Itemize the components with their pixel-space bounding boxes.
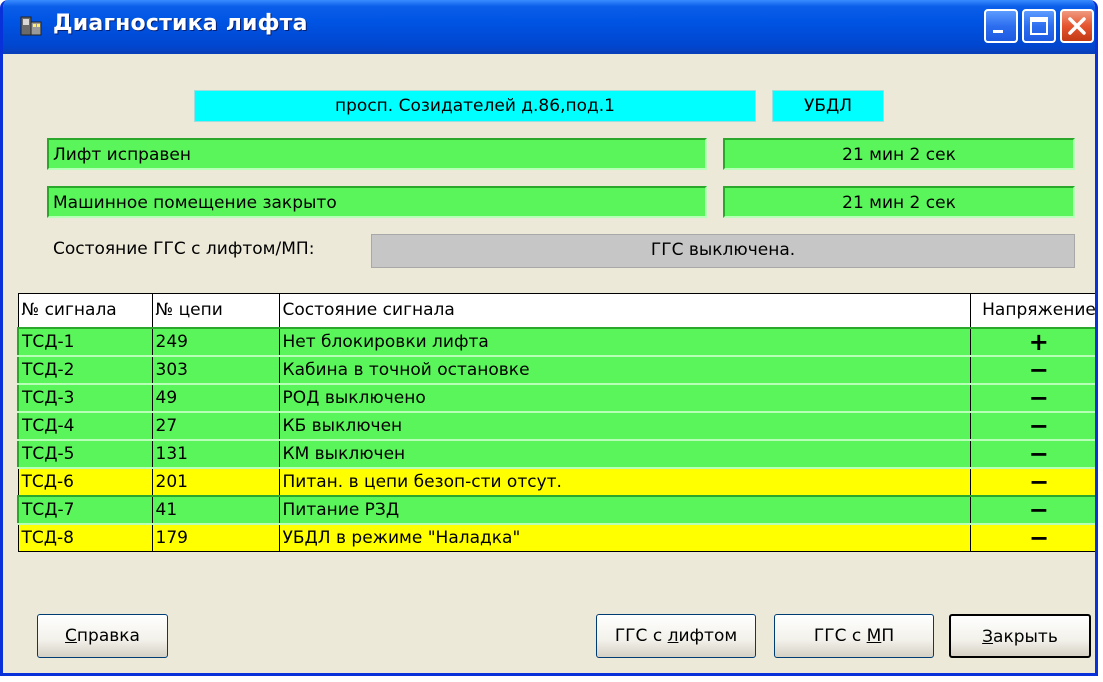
maximize-button[interactable] — [1022, 9, 1056, 43]
state-cell: КМ выключен — [278, 439, 971, 468]
signal-cell: ТСД-2 — [17, 355, 153, 384]
signal-cell: ТСД-4 — [17, 411, 153, 440]
voltage-cell: − — [969, 467, 1095, 496]
ggs-lift-button[interactable]: ГГС с лифтом — [596, 614, 756, 658]
signals-table: № сигнала № цепи Состояние сигнала Напря… — [17, 293, 1095, 552]
address-field: просп. Созидателей д.86,под.1 — [194, 90, 756, 122]
circuit-cell: 303 — [151, 355, 280, 384]
elevator-app-icon — [20, 16, 42, 36]
circuit-cell: 27 — [151, 411, 280, 440]
circuit-cell: 41 — [151, 495, 280, 524]
close-button-accel: З — [982, 627, 994, 647]
table-row[interactable]: ТСД-6 201 Питан. в цепи безоп-сти отсут. − — [17, 467, 1095, 496]
voltage-cell: − — [969, 411, 1095, 440]
help-button-label-rest: правка — [76, 626, 140, 646]
header-circuit[interactable]: № цепи — [151, 293, 280, 328]
header-signal[interactable]: № сигнала — [17, 293, 153, 328]
close-button-label-rest: акрыть — [993, 627, 1058, 647]
voltage-cell: − — [969, 383, 1095, 412]
table-row[interactable]: ТСД-7 41 Питание РЗД − — [17, 495, 1095, 524]
lift-status-time: 21 мин 2 сек — [723, 138, 1075, 170]
table-row[interactable]: ТСД-2 303 Кабина в точной остановке − — [17, 355, 1095, 384]
ggs-mp-button-label: ГГС с — [813, 626, 867, 646]
table-header-row: № сигнала № цепи Состояние сигнала Напря… — [17, 293, 1095, 328]
signal-cell: ТСД-8 — [17, 523, 153, 552]
signal-cell: ТСД-5 — [17, 439, 153, 468]
close-window-button[interactable] — [1060, 9, 1094, 43]
state-cell: Питание РЗД — [278, 495, 971, 524]
ggs-mp-button-accel: М — [866, 626, 882, 646]
lift-status-field: Лифт исправен — [47, 138, 707, 170]
signal-cell: ТСД-6 — [17, 467, 153, 496]
voltage-cell: + — [969, 327, 1095, 356]
dialog-content: просп. Созидателей д.86,под.1 УБДЛ Лифт … — [3, 54, 1095, 673]
ggs-mp-button-label-rest: П — [881, 626, 895, 646]
ggs-status-field: ГГС выключена. — [371, 234, 1075, 268]
ggs-lift-button-accel: л — [667, 626, 679, 646]
close-icon — [1068, 17, 1086, 35]
table-row[interactable]: ТСД-3 49 РОД выключено − — [17, 383, 1095, 412]
ggs-lift-button-label-rest: ифтом — [678, 626, 738, 646]
title-bar[interactable]: Диагностика лифта — [3, 0, 1095, 54]
circuit-cell: 201 — [151, 467, 280, 496]
ggs-lift-button-label: ГГС с — [614, 626, 668, 646]
voltage-cell: − — [969, 495, 1095, 524]
minimize-button[interactable] — [984, 9, 1018, 43]
circuit-cell: 131 — [151, 439, 280, 468]
state-cell: Питан. в цепи безоп-сти отсут. — [278, 467, 971, 496]
signal-cell: ТСД-3 — [17, 383, 153, 412]
circuit-cell: 49 — [151, 383, 280, 412]
close-button[interactable]: Закрыть — [949, 614, 1091, 658]
header-state[interactable]: Состояние сигнала — [278, 293, 971, 328]
voltage-cell: − — [969, 523, 1095, 552]
state-cell: Нет блокировки лифта — [278, 327, 971, 356]
signal-cell: ТСД-7 — [17, 495, 153, 524]
help-button-accel: С — [65, 626, 77, 646]
voltage-cell: − — [969, 439, 1095, 468]
maximize-icon — [1030, 17, 1048, 35]
table-row[interactable]: ТСД-1 249 Нет блокировки лифта + — [17, 327, 1095, 356]
table-row[interactable]: ТСД-5 131 КМ выключен − — [17, 439, 1095, 468]
state-cell: УБДЛ в режиме "Наладка" — [278, 523, 971, 552]
voltage-cell: − — [969, 355, 1095, 384]
minimize-icon — [993, 30, 1003, 33]
signal-cell: ТСД-1 — [17, 327, 153, 356]
circuit-cell: 179 — [151, 523, 280, 552]
machine-room-status-field: Машинное помещение закрыто — [47, 186, 707, 218]
table-row[interactable]: ТСД-4 27 КБ выключен − — [17, 411, 1095, 440]
state-cell: РОД выключено — [278, 383, 971, 412]
machine-room-time: 21 мин 2 сек — [723, 186, 1075, 218]
state-cell: Кабина в точной остановке — [278, 355, 971, 384]
device-field: УБДЛ — [772, 90, 884, 122]
table-row[interactable]: ТСД-8 179 УБДЛ в режиме "Наладка" − — [17, 523, 1095, 552]
ggs-label: Состояние ГГС с лифтом/МП: — [53, 239, 315, 259]
diagnostics-window: Диагностика лифта просп. Созидателей д.8… — [0, 0, 1098, 676]
ggs-mp-button[interactable]: ГГС с МП — [774, 614, 934, 658]
window-title: Диагностика лифта — [53, 11, 308, 36]
header-voltage[interactable]: Напряжение — [969, 293, 1095, 328]
circuit-cell: 249 — [151, 327, 280, 356]
state-cell: КБ выключен — [278, 411, 971, 440]
help-button[interactable]: Справка — [37, 614, 168, 658]
